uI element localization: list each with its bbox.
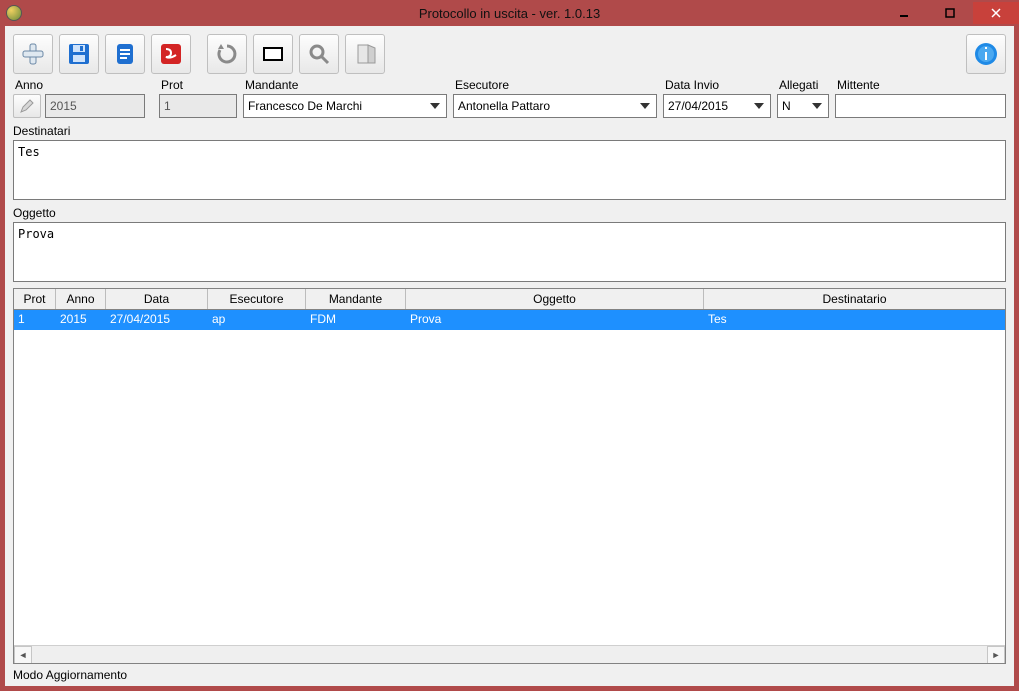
cell-destinatario: Tes [704, 310, 1005, 330]
results-grid[interactable]: Prot Anno Data Esecutore Mandante Oggett… [13, 288, 1006, 664]
col-prot[interactable]: Prot [14, 289, 56, 309]
mittente-input[interactable] [835, 94, 1006, 118]
anno-input [45, 94, 145, 118]
open-button[interactable] [105, 34, 145, 74]
refresh-button[interactable] [207, 34, 247, 74]
pencil-icon [19, 98, 35, 114]
allegati-select[interactable]: N [777, 94, 829, 118]
esecutore-select[interactable]: Antonella Pattaro [453, 94, 657, 118]
info-icon [973, 41, 999, 67]
esecutore-label: Esecutore [453, 78, 657, 92]
status-text: Modo Aggiornamento [13, 668, 127, 682]
col-mandante[interactable]: Mandante [306, 289, 406, 309]
refresh-icon [215, 42, 239, 66]
main-toolbar [5, 26, 1014, 78]
cell-data: 27/04/2015 [106, 310, 208, 330]
col-oggetto[interactable]: Oggetto [406, 289, 704, 309]
grid-horizontal-scrollbar[interactable]: ◄ ► [14, 645, 1005, 663]
table-row[interactable]: 1201527/04/2015apFDMProvaTes [14, 310, 1005, 330]
window-title: Protocollo in uscita - ver. 1.0.13 [0, 6, 1019, 21]
datainvio-select[interactable]: 27/04/2015 [663, 94, 771, 118]
oggetto-label: Oggetto [13, 206, 1006, 220]
pdf-icon [158, 41, 184, 67]
cell-anno: 2015 [56, 310, 106, 330]
cell-prot: 1 [14, 310, 56, 330]
scroll-right-icon[interactable]: ► [987, 646, 1005, 664]
grid-header: Prot Anno Data Esecutore Mandante Oggett… [14, 289, 1005, 310]
document-icon [112, 41, 138, 67]
info-button[interactable] [966, 34, 1006, 74]
mittente-label: Mittente [835, 78, 1006, 92]
cell-oggetto: Prova [406, 310, 704, 330]
col-esecutore[interactable]: Esecutore [208, 289, 306, 309]
door-icon [353, 42, 377, 66]
status-bar: Modo Aggiornamento [5, 664, 1014, 686]
search-button[interactable] [299, 34, 339, 74]
datainvio-label: Data Invio [663, 78, 771, 92]
allegati-label: Allegati [777, 78, 829, 92]
cell-esecutore: ap [208, 310, 306, 330]
floppy-icon [66, 41, 92, 67]
mandante-label: Mandante [243, 78, 447, 92]
col-data[interactable]: Data [106, 289, 208, 309]
col-destinatario[interactable]: Destinatario [704, 289, 1005, 309]
oggetto-textarea[interactable]: Prova [13, 222, 1006, 282]
edit-anno-button[interactable] [13, 94, 41, 118]
cell-mandante: FDM [306, 310, 406, 330]
destinatari-label: Destinatari [13, 124, 1006, 138]
preview-button[interactable] [253, 34, 293, 74]
anno-label: Anno [13, 78, 153, 92]
exit-button[interactable] [345, 34, 385, 74]
pdf-button[interactable] [151, 34, 191, 74]
new-button[interactable] [13, 34, 53, 74]
rectangle-icon [260, 41, 286, 67]
plus-icon [20, 41, 46, 67]
save-button[interactable] [59, 34, 99, 74]
magnifier-icon [307, 42, 331, 66]
scroll-left-icon[interactable]: ◄ [14, 646, 32, 664]
destinatari-textarea[interactable]: Tes [13, 140, 1006, 200]
col-anno[interactable]: Anno [56, 289, 106, 309]
prot-input [159, 94, 237, 118]
prot-label: Prot [159, 78, 237, 92]
mandante-select[interactable]: Francesco De Marchi [243, 94, 447, 118]
